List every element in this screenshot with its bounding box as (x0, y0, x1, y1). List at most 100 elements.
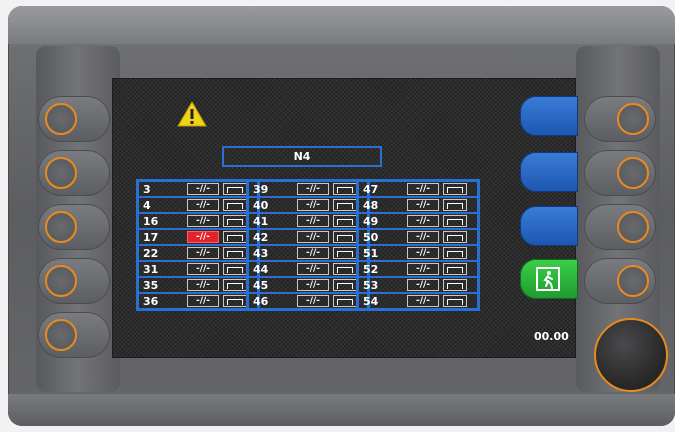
contact-icon: -//- (187, 247, 219, 259)
zone-column: 47 -//- 48 -//- 49 -//- 50 -//- 51 -//- 52 -//- 53 -/… (356, 179, 480, 311)
right-hardware-button-1[interactable] (584, 96, 656, 142)
zone-cell[interactable]: 42 -//- (248, 229, 368, 245)
zone-cell[interactable]: 4 -//- (138, 197, 258, 213)
zone-cell[interactable]: 31 -//- (138, 261, 258, 277)
softkey-button-1[interactable] (520, 96, 578, 136)
zone-number: 3 (143, 182, 151, 196)
zone-cell[interactable]: 49 -//- (358, 213, 478, 229)
button-ring-icon (45, 265, 77, 297)
zone-cell[interactable]: 46 -//- (248, 293, 368, 309)
contact-icon: -//- (297, 215, 329, 227)
emergency-exit-icon (536, 267, 560, 291)
zone-cell[interactable]: 40 -//- (248, 197, 368, 213)
softkey-button-2[interactable] (520, 152, 578, 192)
zone-number: 35 (143, 278, 159, 292)
zone-cell[interactable]: 53 -//- (358, 277, 478, 293)
contact-icon: -//- (407, 231, 439, 243)
contact-icon: -//- (407, 295, 439, 307)
contact-icon: -//- (407, 199, 439, 211)
relay-icon (223, 247, 247, 259)
relay-icon (443, 263, 467, 275)
zone-number: 54 (363, 294, 379, 308)
left-hardware-button-1[interactable] (38, 96, 110, 142)
relay-icon (443, 199, 467, 211)
relay-icon (333, 263, 357, 275)
relay-icon (333, 279, 357, 291)
contact-icon: -//- (407, 263, 439, 275)
left-hardware-button-3[interactable] (38, 204, 110, 250)
device-top-bezel (8, 6, 675, 44)
zone-cell[interactable]: 41 -//- (248, 213, 368, 229)
contact-icon: -//- (297, 263, 329, 275)
zone-cell[interactable]: 51 -//- (358, 245, 478, 261)
relay-icon (443, 279, 467, 291)
relay-icon (333, 247, 357, 259)
button-ring-icon (617, 157, 649, 189)
contact-icon: -//- (297, 295, 329, 307)
zone-number: 40 (253, 198, 269, 212)
zone-number: 46 (253, 294, 269, 308)
zone-cell[interactable]: 50 -//- (358, 229, 478, 245)
relay-icon (333, 199, 357, 211)
rotary-knob[interactable] (594, 318, 668, 392)
left-hardware-button-5[interactable] (38, 312, 110, 358)
zone-cell[interactable]: 36 -//- (138, 293, 258, 309)
zone-cell[interactable]: 17 -//- (138, 229, 258, 245)
zone-number: 39 (253, 182, 269, 196)
right-hardware-button-2[interactable] (584, 150, 656, 196)
zone-cell[interactable]: 22 -//- (138, 245, 258, 261)
zone-cell[interactable]: 39 -//- (248, 181, 368, 197)
zone-cell[interactable]: 48 -//- (358, 197, 478, 213)
contact-icon: -//- (297, 279, 329, 291)
zone-number: 45 (253, 278, 269, 292)
button-ring-icon (45, 103, 77, 135)
zone-cell[interactable]: 3 -//- (138, 181, 258, 197)
contact-icon: -//- (187, 279, 219, 291)
relay-icon (443, 295, 467, 307)
zone-cell[interactable]: 44 -//- (248, 261, 368, 277)
zone-number: 47 (363, 182, 379, 196)
zone-number: 16 (143, 214, 159, 228)
contact-icon: -//- (187, 199, 219, 211)
zone-cell[interactable]: 54 -//- (358, 293, 478, 309)
zone-number: 36 (143, 294, 159, 308)
contact-icon: -//- (187, 215, 219, 227)
left-hardware-button-2[interactable] (38, 150, 110, 196)
relay-icon (333, 231, 357, 243)
right-hardware-button-4[interactable] (584, 258, 656, 304)
zone-cell[interactable]: 45 -//- (248, 277, 368, 293)
contact-icon: -//- (297, 183, 329, 195)
right-hardware-button-3[interactable] (584, 204, 656, 250)
contact-icon: -//- (187, 263, 219, 275)
button-ring-icon (617, 211, 649, 243)
relay-icon (223, 199, 247, 211)
button-ring-icon (45, 319, 77, 351)
zone-cell[interactable]: 52 -//- (358, 261, 478, 277)
zone-number: 43 (253, 246, 269, 260)
zone-cell[interactable]: 43 -//- (248, 245, 368, 261)
zone-cell[interactable]: 47 -//- (358, 181, 478, 197)
contact-icon: -//- (187, 295, 219, 307)
zone-column: 39 -//- 40 -//- 41 -//- 42 -//- 43 -//- 44 -//- 45 -/… (246, 179, 370, 311)
relay-icon (223, 231, 247, 243)
zone-cell[interactable]: 16 -//- (138, 213, 258, 229)
page-title: N4 (222, 146, 382, 167)
relay-icon (443, 215, 467, 227)
zone-number: 41 (253, 214, 269, 228)
zone-number: 4 (143, 198, 151, 212)
zone-number: 17 (143, 230, 159, 244)
zone-number: 52 (363, 262, 379, 276)
time-readout: 00.00 (534, 330, 569, 343)
softkey-button-3[interactable] (520, 206, 578, 246)
zone-cell[interactable]: 35 -//- (138, 277, 258, 293)
exit-button[interactable] (520, 259, 578, 299)
device-bottom-bezel (8, 394, 675, 426)
zone-number: 50 (363, 230, 379, 244)
left-hardware-button-4[interactable] (38, 258, 110, 304)
zone-number: 48 (363, 198, 379, 212)
zone-number: 51 (363, 246, 379, 260)
relay-icon (333, 295, 357, 307)
relay-icon (443, 247, 467, 259)
zone-number: 53 (363, 278, 379, 292)
contact-icon: -//- (407, 215, 439, 227)
